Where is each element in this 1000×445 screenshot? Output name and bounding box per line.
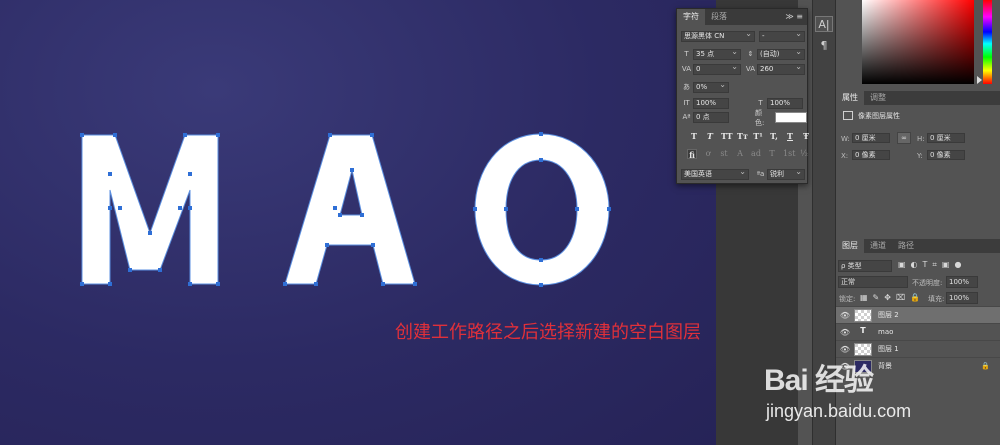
vertical-scale-icon: IT <box>683 99 690 107</box>
antialias-icon: ªa <box>756 170 765 178</box>
document-canvas[interactable]: 创建工作路径之后选择新建的空白图层 <box>0 0 716 445</box>
faux-bold-button[interactable]: T <box>689 131 699 141</box>
strikethrough-button[interactable]: Ŧ <box>801 131 811 141</box>
tracking-field[interactable]: 260 <box>757 64 805 75</box>
tutorial-annotation: 创建工作路径之后选择新建的空白图层 <box>395 322 701 343</box>
width-field[interactable]: 0 厘米 <box>852 133 890 143</box>
baidu-logo: Bai 经验 <box>764 364 874 397</box>
font-size-icon: T <box>684 50 689 58</box>
layer-row-layer-2[interactable]: 👁 图层 2 <box>836 306 1000 323</box>
properties-header: 像素图层属性 <box>858 112 900 120</box>
tsume-field[interactable]: 0% <box>693 82 729 93</box>
tab-channels[interactable]: 通道 <box>864 239 892 253</box>
text-color-swatch[interactable] <box>775 112 807 123</box>
watermark-url: jingyan.baidu.com <box>766 401 912 421</box>
lock-icons[interactable]: ▦✎✥⌧🔒 <box>860 293 925 302</box>
tab-paragraph[interactable]: 段落 <box>705 9 733 25</box>
horizontal-scale-field[interactable]: 100% <box>767 98 803 109</box>
fill-label: 填充: <box>928 295 945 303</box>
baidu-jingyan-watermark: Bai 经验 jingyan.baidu.com <box>764 355 954 425</box>
letters-artwork <box>80 132 611 287</box>
letter-a-shape <box>284 134 416 285</box>
tsume-icon: あ <box>683 83 690 91</box>
visibility-eye-icon[interactable]: 👁 <box>836 311 854 320</box>
hue-slider[interactable] <box>983 0 992 84</box>
tab-properties[interactable]: 属性 <box>836 91 864 105</box>
letter-m-shape <box>81 134 219 285</box>
blend-mode-select[interactable]: 正常 <box>838 276 908 288</box>
y-field[interactable]: 0 像素 <box>927 150 965 160</box>
faux-italic-button[interactable]: T <box>705 131 715 141</box>
panel-menu-icon[interactable]: ≫ ≡ <box>785 9 803 25</box>
layer-row-mao[interactable]: 👁 T mao <box>836 323 1000 340</box>
small-caps-button[interactable]: Tт <box>737 131 748 141</box>
layer-name: 图层 2 <box>878 311 899 319</box>
fill-field[interactable]: 100% <box>946 292 978 304</box>
opacity-label: 不透明度: <box>912 279 943 287</box>
layer-name: 图层 1 <box>878 345 899 353</box>
paragraph-panel-icon[interactable]: ¶ <box>815 38 833 54</box>
link-icon[interactable]: ∞ <box>897 132 911 144</box>
character-panel-icon[interactable]: A| <box>815 16 833 32</box>
height-field[interactable]: 0 厘米 <box>927 133 965 143</box>
tab-paths[interactable]: 路径 <box>892 239 920 253</box>
font-family-select[interactable]: 思源黑体 CN <box>681 31 755 42</box>
x-label: X: <box>841 152 849 160</box>
y-label: Y: <box>917 152 923 160</box>
lock-icon: 🔒 <box>981 362 990 370</box>
layers-tabs: 图层 通道 路径 <box>836 239 1000 253</box>
color-picker-field[interactable] <box>862 0 974 84</box>
layer-filter-icons: ▣◐T⌗▣● <box>898 260 967 269</box>
kerning-field[interactable]: 0 <box>693 64 741 75</box>
vertical-scale-field[interactable]: 100% <box>693 98 729 109</box>
font-size-field[interactable]: 35 点 <box>693 49 741 60</box>
superscript-button[interactable]: T¹ <box>753 131 763 141</box>
subscript-button[interactable]: T, <box>769 131 779 141</box>
leading-icon: ⇕ <box>747 50 754 58</box>
lock-label: 锁定: <box>839 295 856 303</box>
font-style-select[interactable]: - <box>759 31 805 42</box>
pixel-layer-icon <box>843 111 853 120</box>
w-label: W: <box>841 135 850 143</box>
tab-adjustments[interactable]: 调整 <box>864 91 892 105</box>
language-select[interactable]: 美国英语 <box>681 169 749 180</box>
stylistic-alternates-button[interactable]: ad <box>751 149 761 159</box>
visibility-eye-icon[interactable]: 👁 <box>836 345 854 354</box>
type-style-buttons: T T TT Tт T¹ T, T Ŧ <box>689 131 811 141</box>
opentype-buttons: fi ơ st A ad T 1st ½ <box>687 149 809 160</box>
hue-slider-handle[interactable] <box>977 76 982 84</box>
baseline-shift-icon: Aª <box>682 113 691 121</box>
kerning-icon: VA <box>681 65 692 73</box>
ligatures-button[interactable]: fi <box>687 149 697 160</box>
text-layer-icon: T <box>860 325 866 335</box>
discretionary-ligatures-button[interactable]: st <box>719 149 729 159</box>
tracking-icon: VA <box>745 65 756 73</box>
baseline-shift-field[interactable]: 0 点 <box>693 112 729 123</box>
character-panel-tabs: 字符 段落 ≫ ≡ <box>677 9 807 25</box>
layer-filter-select[interactable]: ρ 类型 <box>838 260 892 272</box>
titling-button[interactable]: T <box>767 149 777 159</box>
opacity-field[interactable]: 100% <box>946 276 978 288</box>
layer-thumbnail <box>854 342 872 356</box>
layer-name: mao <box>878 328 894 336</box>
tab-character[interactable]: 字符 <box>677 9 705 25</box>
fractions-button[interactable]: ½ <box>799 149 809 159</box>
color-label: 颜色: <box>755 108 765 127</box>
tab-layers[interactable]: 图层 <box>836 239 864 253</box>
old-style-button[interactable]: ơ <box>703 149 713 159</box>
leading-field[interactable]: (自动) <box>757 49 805 60</box>
x-field[interactable]: 0 像素 <box>852 150 890 160</box>
all-caps-button[interactable]: TT <box>721 131 733 141</box>
swash-button[interactable]: A <box>735 149 745 159</box>
antialias-select[interactable]: 锐利 <box>767 169 805 180</box>
character-panel: 字符 段落 ≫ ≡ 思源黑体 CN - T 35 点 ⇕ (自动) VA 0 V… <box>676 8 811 184</box>
letter-o-shape <box>474 133 610 286</box>
visibility-eye-icon[interactable]: 👁 <box>836 328 854 337</box>
properties-tabs: 属性 调整 <box>836 91 1000 105</box>
layer-thumbnail <box>854 308 872 322</box>
h-label: H: <box>917 135 925 143</box>
ordinals-button[interactable]: 1st <box>783 149 795 159</box>
underline-button[interactable]: T <box>785 131 795 141</box>
